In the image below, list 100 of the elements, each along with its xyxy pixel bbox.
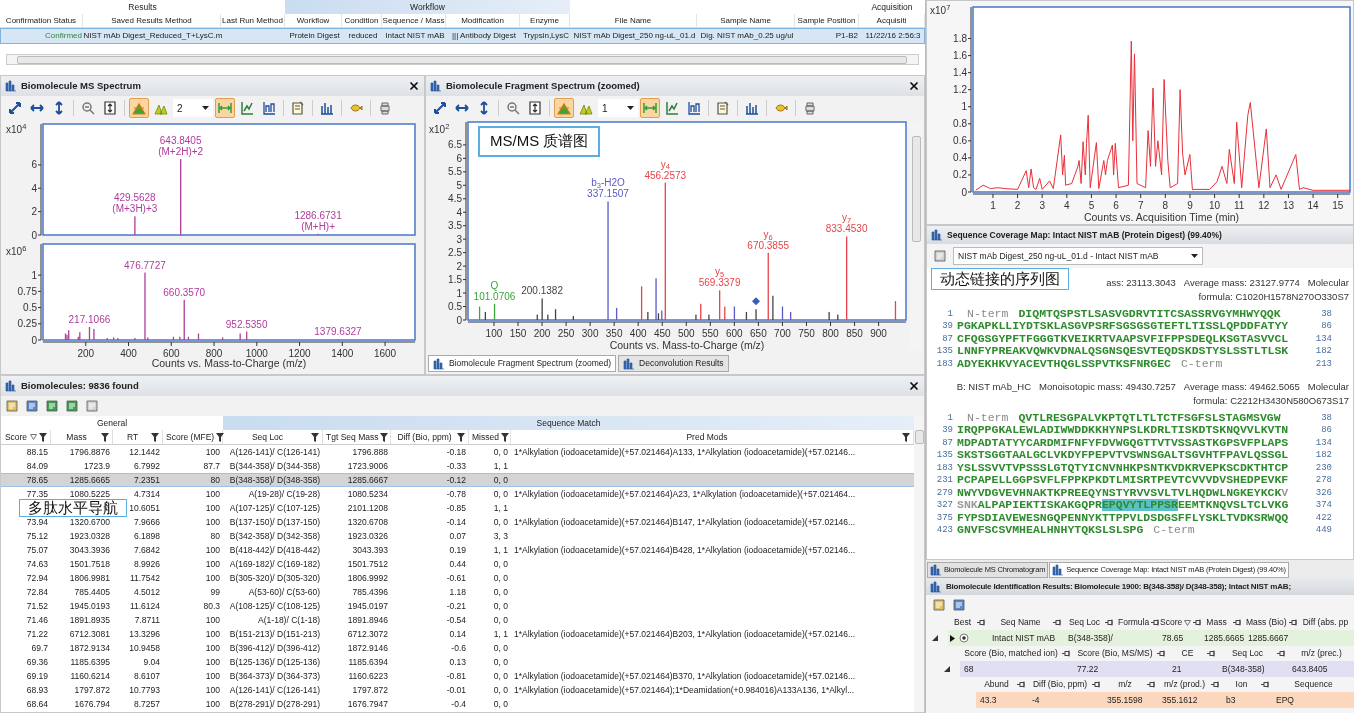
line-number: 1 <box>946 411 954 424</box>
dropdown[interactable]: NIST mAb Digest_250 ng-uL_01.d - Intact NIST mAB <box>953 247 1203 265</box>
line-number: 182 <box>1314 345 1332 357</box>
column-header[interactable]: Saved Results Method <box>83 14 221 27</box>
table-row[interactable]: 71.52 1945.0193 11.6124 80.3 A(108-125)/ C(108-125) 1945.0197 -0.21 0, 0 <box>1 599 914 613</box>
table-row[interactable]: Confirmed NIST mAb Digest_Reduced_T+LysC.m Protein Digest reduced Intact NIST mAB ||| Antibody Digest Trypsin,LysC NIST mAb Digest_250 ng-uL_01.d Dig. NIST mAb_0.25 ug/ul P1-B2 11/22/16 2:56:3 <box>0 28 925 44</box>
tick-label: 1200 <box>288 348 311 359</box>
column-header[interactable]: Score <box>1158 615 1200 630</box>
column-header[interactable]: Sequence / Mass <box>382 14 446 27</box>
formula-text: formula: C1020H1578N270O330S7 <box>1198 290 1349 304</box>
group-header: Results <box>127 0 158 14</box>
table-cell-text: -0.18 <box>445 445 467 459</box>
tick-label: 1 <box>31 269 37 281</box>
column-header[interactable]: Seq Loc <box>1064 615 1116 630</box>
dropdown[interactable]: 1 <box>598 99 638 117</box>
table-cell-text: 87.7 <box>202 459 221 473</box>
column-header[interactable]: m/z <box>1103 677 1158 692</box>
column-header[interactable]: Score (Bio, matched ion) <box>960 646 1073 661</box>
table-row[interactable]: 75.12 1923.0328 6.1898 80 B(342-358)/ D(342-358) 1923.0326 0.07 3, 3 <box>1 529 914 543</box>
table-row[interactable]: 43.3 -4 355.1598 355.1612 b3 EPQ <box>976 692 1354 708</box>
average-mass-text: Average mass: 49462.5065 <box>1183 379 1300 394</box>
peak-label: 569.3379 <box>698 277 741 289</box>
table-row[interactable]: 68 77.22 21 B(348-358) 643.8405 <box>960 661 1354 677</box>
column-header[interactable]: Seq Loc <box>1218 646 1288 661</box>
table-cell-text: -0.81 <box>445 669 467 683</box>
column-header[interactable]: Seq Name <box>988 615 1064 630</box>
table-cell-text: 69.36 <box>25 655 49 669</box>
column-header[interactable]: Formula <box>1116 615 1158 630</box>
table-row[interactable]: 72.84 785.4405 4.5012 99 A(53-60)/ C(53-60) 785.4396 1.18 0, 0 <box>1 585 914 599</box>
tab[interactable]: Deconvolution Results <box>618 355 729 372</box>
peak-label: 337.1507 <box>587 188 629 200</box>
table-row[interactable]: Intact NIST mAB B(348-358)/ 78.65 1285.6665 1285.6667 <box>948 630 1354 646</box>
table-row[interactable]: 74.63 1501.7518 8.9926 100 A(169-182)/ C(169-182) 1501.7512 0.44 0, 0 <box>1 557 914 571</box>
column-header[interactable]: Sample Name <box>697 14 795 27</box>
table-row[interactable]: 71.46 1891.8935 7.8711 100 A(1-18)/ C(1-18) 1891.8946 -0.54 0, 0 <box>1 613 914 627</box>
tick-label: 2.5 <box>448 247 462 259</box>
column-header[interactable]: RT <box>113 430 163 444</box>
column-header[interactable]: Ion <box>1222 677 1272 692</box>
column-header[interactable]: Enzyme <box>520 14 570 27</box>
table-row[interactable]: 71.22 6712.3081 13.3296 100 B(151-213)/ D(151-213) 6712.3072 0.14 1, 1 1*Alkylation (iodoacetamide)(+57.021464)B203, 1*Alkylation (iodoacetamide)(+57.02146... <box>1 627 914 641</box>
column-header[interactable]: Missed <box>469 430 511 444</box>
column-header[interactable]: m/z (prec.) <box>1288 646 1354 661</box>
column-header[interactable]: Sequence <box>1272 677 1354 692</box>
table-row[interactable]: 69.19 1160.6214 8.6107 100 B(364-373)/ D(364-373) 1160.6223 -0.81 0, 0 1*Alkylation (iodoacetamide)(+57.021464)B370, 1*Alkylation (iodoacetamide)(+57.02146... <box>1 669 914 683</box>
tab[interactable]: Biomolecule Fragment Spectrum (zoomed) <box>428 355 617 372</box>
column-header[interactable]: m/z (prod.) <box>1158 677 1222 692</box>
dropdown[interactable]: 2 <box>173 99 213 117</box>
table-cell-text: B(418-442)/ D(418-442) <box>228 543 321 557</box>
table-cell-text: 1285.6667 <box>346 474 389 487</box>
column-header[interactable]: Last Run Method <box>221 14 285 27</box>
column-header[interactable]: Acquisiti <box>859 14 925 27</box>
line-number: 326 <box>1314 486 1332 499</box>
column-header[interactable]: Workflow <box>285 14 342 27</box>
column-header[interactable]: Mass (Bio) <box>1244 615 1296 630</box>
table-cell-text: Dig. NIST mAb_0.25 ug/ul <box>699 30 795 42</box>
table-row[interactable]: 68.93 1797.872 10.7793 100 A(126-141)/ C(126-141) 1797.872 -0.01 0, 0 1*Alkylation (iodoacetamide)(+57.021464);1*Deamidation(+0.984016)A133A136, 1*Alkyl... <box>1 683 914 697</box>
column-header[interactable]: Confirmation Status <box>0 14 83 27</box>
table-row[interactable]: 75.07 3043.3936 7.6842 100 B(418-442)/ D(418-442) 3043.393 0.19 1, 1 1*Alkylation (iodoacetamide)(+57.021464)B428, 1*Alkylation (iodoacetamide)(+57.02146... <box>1 543 914 557</box>
table-row[interactable]: 69.7 1872.9134 10.9458 100 B(396-412)/ D(396-412) 1872.9146 -0.6 0, 0 <box>1 641 914 655</box>
line-number: 86 <box>1320 320 1332 332</box>
column-header[interactable]: Mass <box>51 430 113 444</box>
panel-title: Biomolecules: 9836 found <box>21 378 139 393</box>
tick-label: 200 <box>77 348 95 359</box>
column-header[interactable]: Abund <box>976 677 1028 692</box>
line-number: 230 <box>1314 461 1332 474</box>
table-cell-text: B(342-358)/ D(342-358) <box>228 529 321 543</box>
column-header[interactable]: Modification <box>446 14 520 27</box>
table-row[interactable]: 68.64 1676.794 8.7257 100 B(278-291)/ D(278-291) 1676.7947 -0.4 0, 0 <box>1 697 914 711</box>
tick-label: 1400 <box>331 348 354 359</box>
table-cell-text: 74.63 <box>25 557 49 571</box>
table-row[interactable]: 73.94 1320.6700 7.9666 100 B(137-150)/ D(137-150) 1320.6708 -0.14 0, 0 1*Alkylation (iodoacetamide)(+57.021464)B147, 1*Alkylation (iodoacetamide)(+57.02146... <box>1 515 914 529</box>
table-row[interactable]: 77.35 1080.5225 4.7314 100 A(19-28)/ C(19-28) 1080.5234 -0.78 0, 0 1*Alkylation (iodoacetamide)(+57.021464)A23, 1*Alkylation (iodoacetamide)(+57.021464... <box>1 487 914 501</box>
column-header[interactable]: Sample Position <box>795 14 859 27</box>
column-header[interactable]: Condition <box>342 14 382 27</box>
table-row[interactable]: 69.36 1185.6395 9.04 100 B(125-136)/ D(125-136) 1185.6394 0.13 0, 0 <box>1 655 914 669</box>
column-header[interactable]: Seq Loc <box>223 430 323 444</box>
column-header[interactable]: Diff (Bio, ppm) <box>391 430 469 444</box>
table-cell-text: 1923.0326 <box>346 529 389 543</box>
column-header[interactable]: Best <box>948 615 988 630</box>
table-cell-text: 43.3 <box>979 693 998 707</box>
tick-label: 0.6 <box>953 135 967 147</box>
column-header[interactable]: Diff (abs. pp <box>1296 615 1354 630</box>
table-row[interactable]: 84.09 1723.9 6.7992 87.7 B(344-358)/ D(344-358) 1723.9006 -0.33 1, 1 <box>1 459 914 473</box>
table-row[interactable]: 88.15 1796.8876 12.1442 100 A(126-141)/ C(126-141) 1796.888 -0.18 0, 0 1*Alkylation (iodoacetamide)(+57.021464)A133, 1*Alkylation (iodoacetamide)(+57.02146... <box>1 445 914 459</box>
column-header[interactable]: Mass <box>1200 615 1244 630</box>
column-header[interactable]: Score (Bio, MS/MS) <box>1073 646 1168 661</box>
sequence-text: N-term <box>967 411 1009 424</box>
column-header[interactable]: Diff (Bio, ppm) <box>1028 677 1103 692</box>
tick-label: 850 <box>846 328 863 339</box>
column-header[interactable]: Tgt Seq Mass <box>323 430 391 444</box>
table-row[interactable]: 78.65 1285.6665 7.2351 80 B(348-358)/ D(348-358) 1285.6667 -0.12 0, 0 <box>1 473 914 487</box>
table-row[interactable]: 多肽水平导航 10.6051 100 A(107-125)/ C(107-125) 2101.1208 -0.85 1, 1 <box>1 501 914 515</box>
column-header[interactable]: Score (MFE) <box>163 430 223 444</box>
sequence-text: QVTLRESGPALVKPTQTLTLTCTFSGFSLSTAGMSVGW <box>1018 411 1281 424</box>
column-header[interactable]: CE <box>1168 646 1218 661</box>
column-header[interactable]: Score <box>1 430 51 444</box>
tick-label: 0.4 <box>953 152 967 164</box>
table-cell-text: 71.52 <box>25 599 49 613</box>
table-row[interactable]: 72.94 1806.9981 11.7542 100 B(305-320)/ D(305-320) 1806.9992 -0.61 0, 0 <box>1 571 914 585</box>
column-header[interactable]: File Name <box>570 14 697 27</box>
